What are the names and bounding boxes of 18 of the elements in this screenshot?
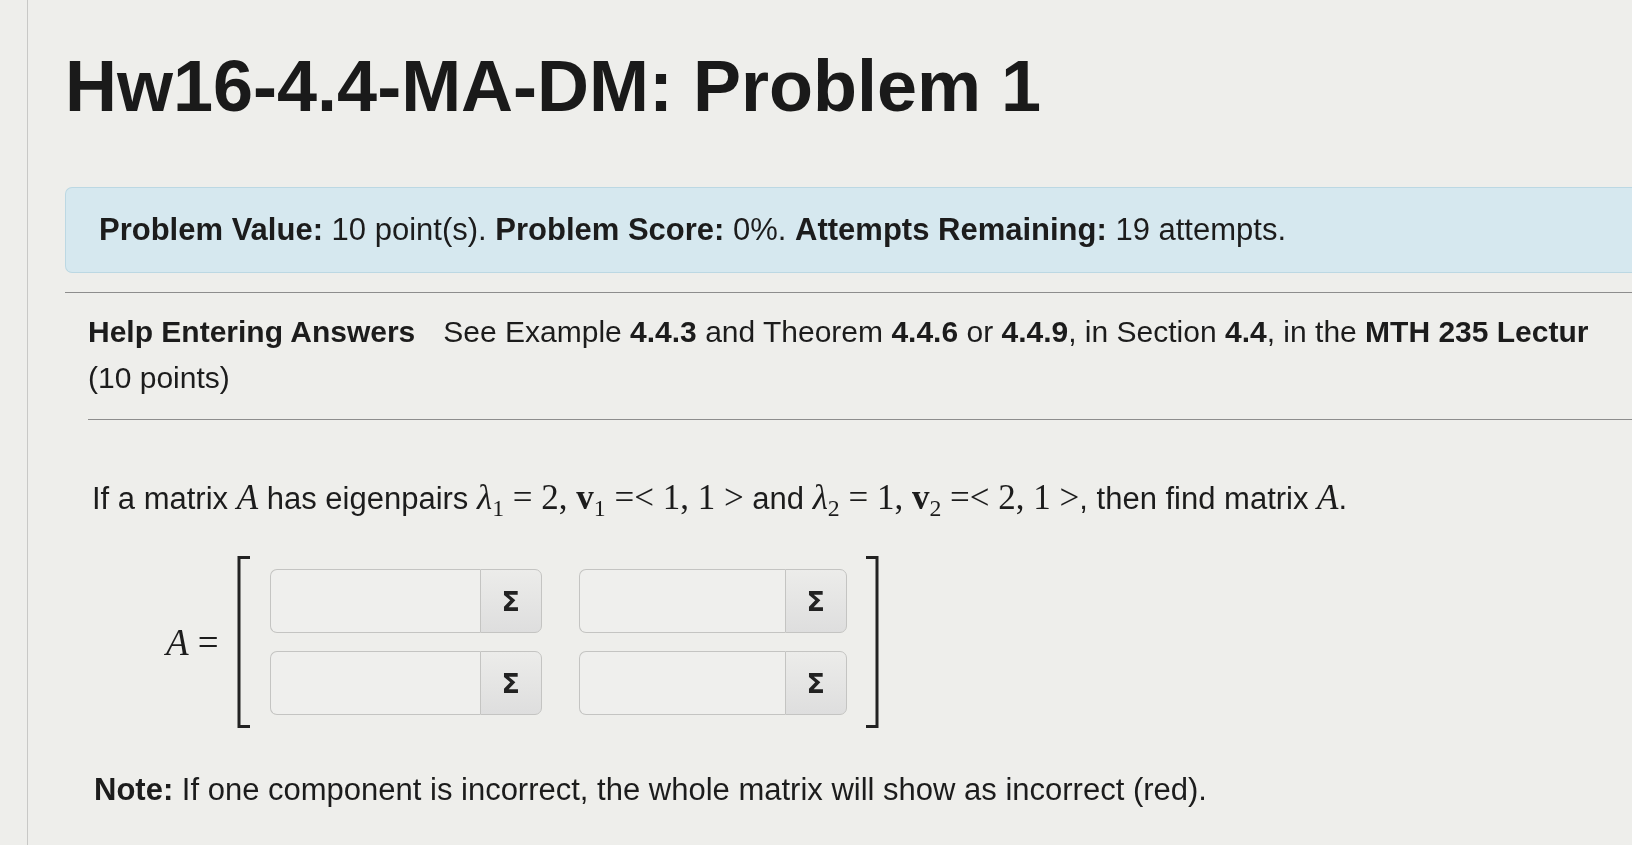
problem-info-text: Problem Value: 10 point(s). Problem Score: 0%. Attempts Remaining: 19 attempts. [99, 212, 1287, 248]
answer-field[interactable] [578, 569, 785, 633]
help-link[interactable]: Help Entering Answers [88, 309, 416, 355]
note-text: Note: If one component is incorrect, the whole matrix will show as incorrect (red). [94, 772, 1208, 808]
answer-field[interactable] [269, 651, 480, 715]
left-bracket-icon [236, 556, 251, 728]
answer-field[interactable] [269, 569, 480, 633]
answer-field[interactable] [578, 651, 785, 715]
equation-editor-button[interactable]: Σ [784, 651, 847, 715]
equation-editor-button[interactable]: Σ [479, 569, 542, 633]
right-bracket-icon [864, 556, 879, 728]
equation-editor-button[interactable]: Σ [784, 569, 847, 633]
matrix-label: A = [166, 620, 219, 664]
page-title: Hw16-4.4-MA-DM: Problem 1 [65, 46, 1043, 126]
question-text: If a matrix A has eigenpairs λ$_{1}$ = 2, v$_{1}$ =< 1, 1 > and λ$_{2}$ = 1, v$_{2}$ =< 2, 1 >, then find matrix A. [92, 477, 1349, 520]
instructions-text: See Example 4.4.3 and Theorem 4.4.6 or 4.4.9, in Section 4.4, in the MTH 235 Lectur [443, 314, 1589, 350]
points-text: (10 points) [88, 360, 231, 396]
equation-editor-button[interactable]: Σ [479, 651, 542, 715]
